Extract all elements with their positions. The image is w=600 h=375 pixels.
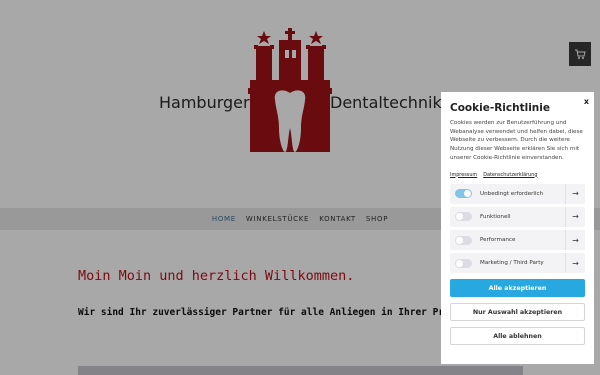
toggle-knob [456,259,463,267]
arrow-right-icon[interactable]: → [565,183,585,204]
cookie-category-functional: Funktionell → [450,206,585,227]
cookie-title: Cookie-Richtlinie [450,102,550,114]
toggle-knob [456,213,463,221]
toggle-functional[interactable] [455,212,472,222]
accept-all-button[interactable]: Alle akzeptieren [450,279,585,298]
toggle-label: Unbedingt erforderlich [480,190,544,197]
datenschutz-link[interactable]: Datenschutzerklärung [483,172,537,178]
cookie-description: Cookies werden zur Benutzerführung und W… [450,120,583,161]
toggle-label: Performance [480,237,516,244]
cookie-category-list: Unbedingt erforderlich → Funktionell → P… [450,183,585,274]
cookie-category-performance: Performance → [450,230,585,251]
toggle-knob [456,236,463,244]
impressum-link[interactable]: Impressum [450,172,477,178]
toggle-label: Marketing / Third Party [480,260,544,267]
close-icon[interactable]: x [584,97,589,106]
cookie-category-marketing: Marketing / Third Party → [450,253,585,274]
toggle-marketing[interactable] [455,258,472,268]
toggle-necessary[interactable] [455,189,472,199]
accept-selection-button[interactable]: Nur Auswahl akzeptieren [450,303,585,322]
toggle-label: Funktionell [480,213,511,220]
arrow-right-icon[interactable]: → [565,230,585,251]
reject-all-button[interactable]: Alle ablehnen [450,327,585,346]
cookie-category-necessary: Unbedingt erforderlich → [450,183,585,204]
cookie-dialog: x Cookie-Richtlinie Cookies werden zur B… [441,92,594,364]
toggle-knob [464,190,471,198]
cookie-links: Impressum Datenschutzerklärung [450,172,585,178]
toggle-performance[interactable] [455,235,472,245]
arrow-right-icon[interactable]: → [565,206,585,227]
arrow-right-icon[interactable]: → [565,253,585,274]
